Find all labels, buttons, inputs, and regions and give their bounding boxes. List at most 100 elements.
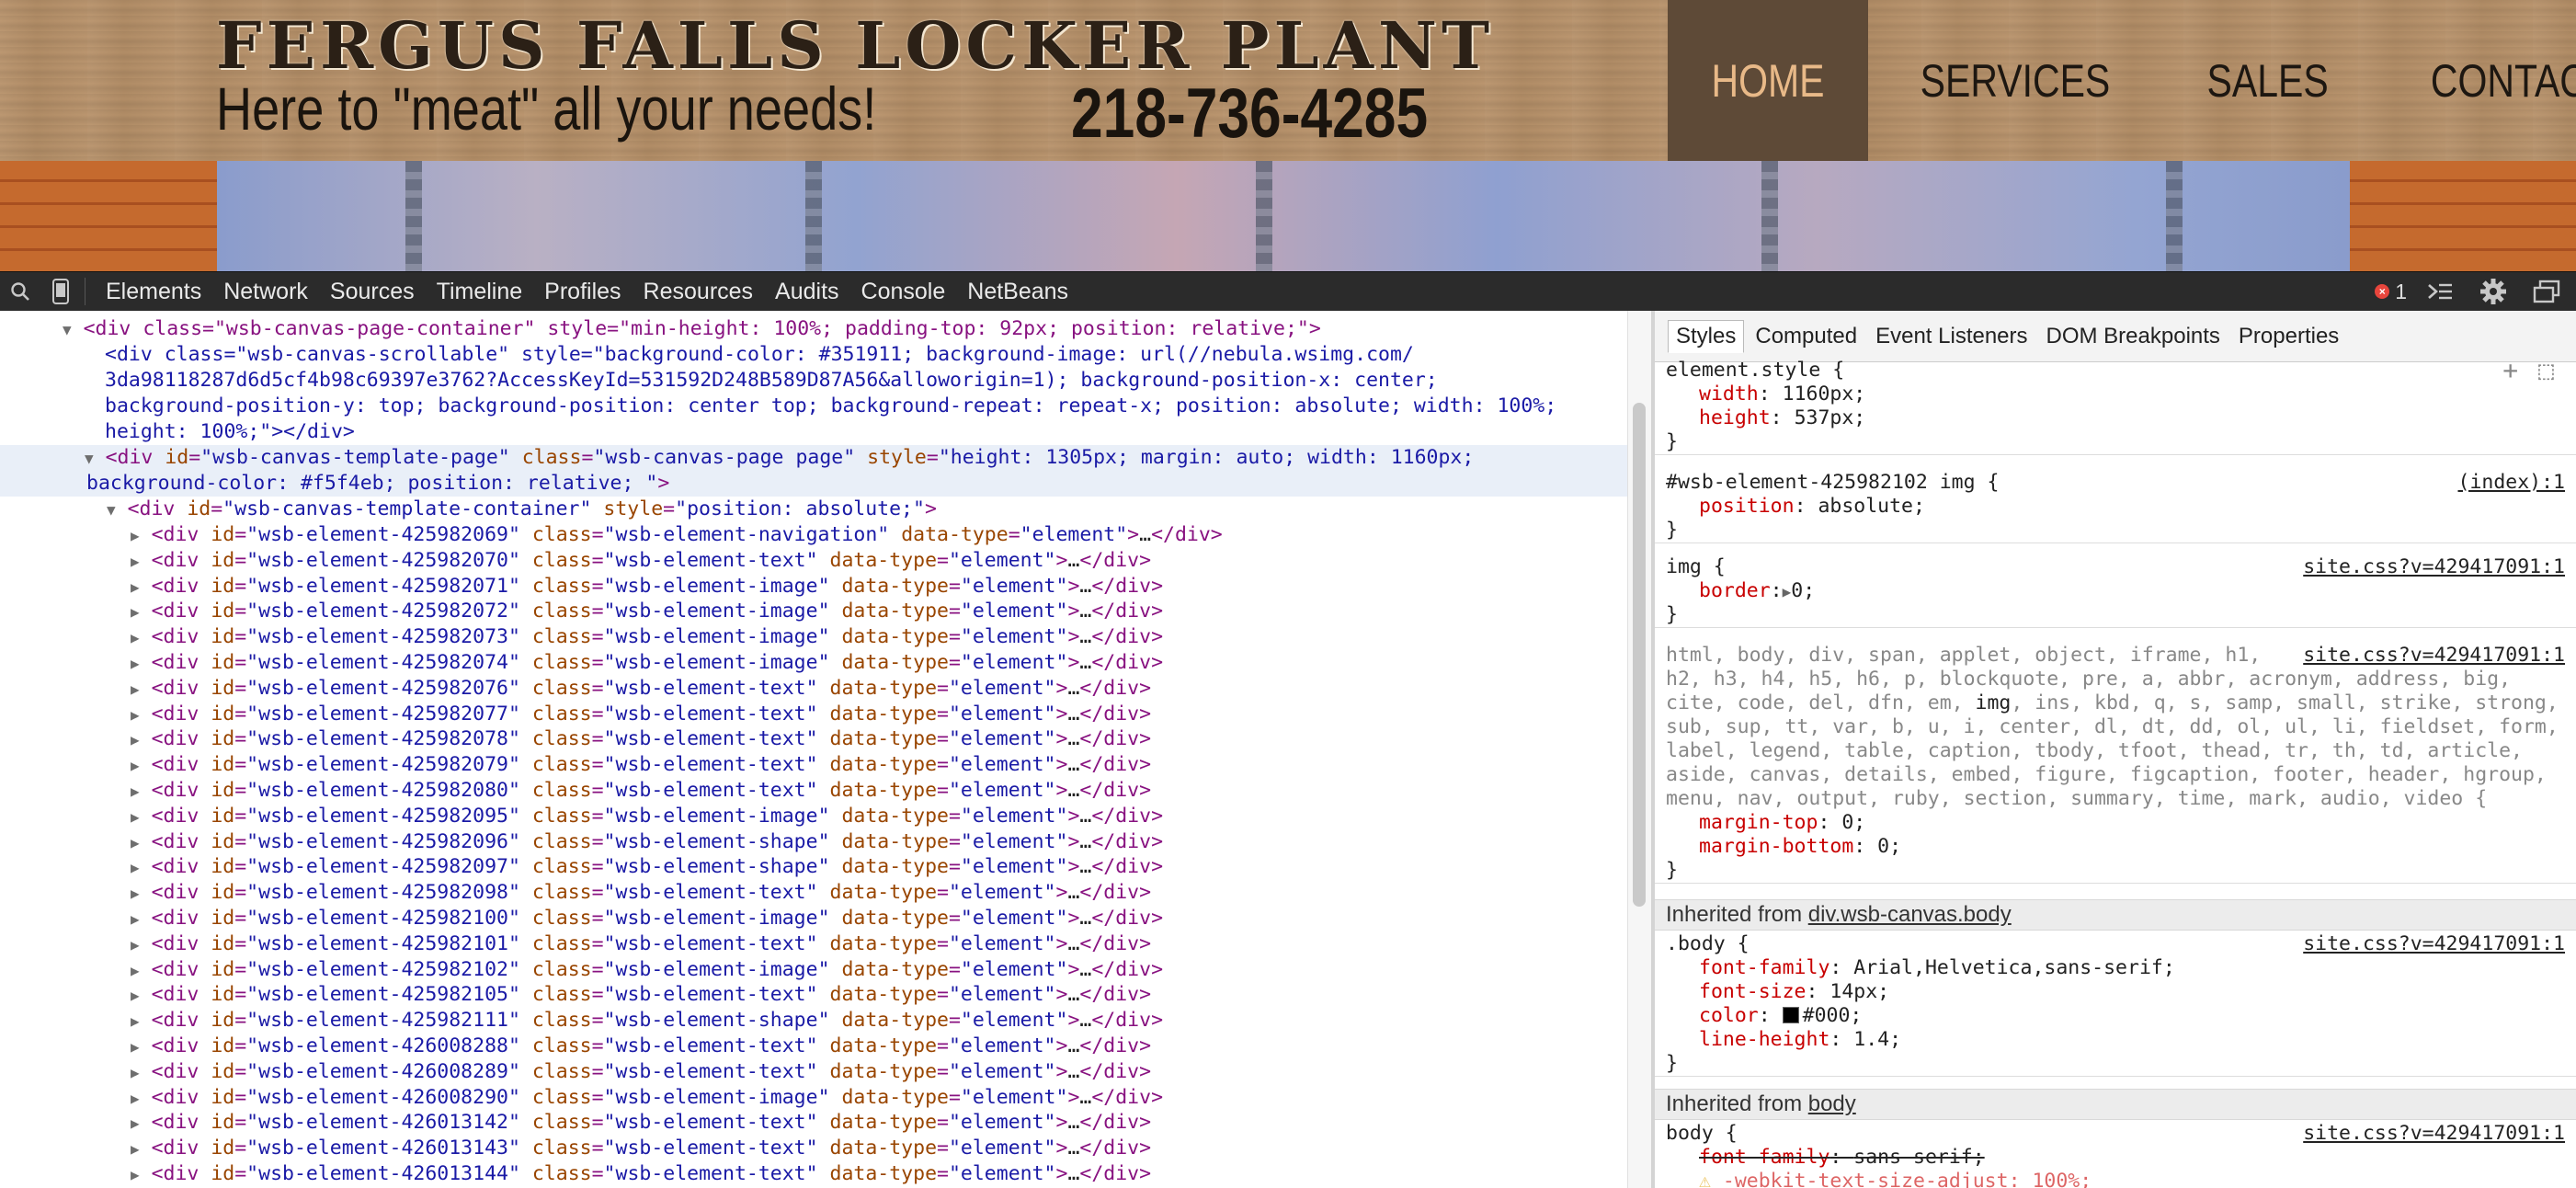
expand-triangle-icon[interactable]: ▶ bbox=[131, 808, 140, 826]
style-property-overridden[interactable]: font-family: sans-serif; bbox=[1666, 1146, 2565, 1170]
dom-element-row[interactable]: ▶ <div id="wsb-element-425982072" class=… bbox=[0, 599, 1627, 625]
expand-triangle-icon[interactable]: ▶ bbox=[131, 936, 140, 954]
dom-element-row[interactable]: ▶ <div id="wsb-element-426013144" class=… bbox=[0, 1161, 1627, 1188]
expand-triangle-icon[interactable]: ▶ bbox=[131, 1114, 140, 1132]
expand-triangle-icon[interactable]: ▶ bbox=[131, 706, 140, 724]
dom-element-row[interactable]: ▶ <div id="wsb-element-426013142" class=… bbox=[0, 1110, 1627, 1137]
style-property[interactable]: font-size: 14px; bbox=[1666, 980, 2565, 1004]
style-property[interactable]: height: 537px; bbox=[1666, 406, 2565, 430]
elements-panel[interactable]: ▶ ▼ <div class="wsb-canvas-page-containe… bbox=[0, 311, 1627, 1188]
style-property[interactable]: margin-bottom: 0; bbox=[1666, 835, 2565, 859]
dom-element-row[interactable]: ▶ <div id="wsb-element-425982070" class=… bbox=[0, 548, 1627, 575]
search-icon[interactable] bbox=[0, 272, 40, 311]
rule-source-link[interactable]: site.css?v=429417091:1 bbox=[2303, 932, 2565, 956]
expand-triangle-icon[interactable]: ▼ bbox=[63, 321, 72, 338]
dom-element-row[interactable]: ▶ <div id="wsb-element-425982102" class=… bbox=[0, 957, 1627, 984]
dom-element-row[interactable]: ▶ <div id="wsb-element-425982111" class=… bbox=[0, 1008, 1627, 1034]
error-counter[interactable]: × 1 bbox=[2375, 280, 2407, 304]
expand-triangle-icon[interactable]: ▶ bbox=[131, 910, 140, 928]
expand-triangle-icon[interactable]: ▶ bbox=[131, 731, 140, 748]
tab-elements[interactable]: Elements bbox=[95, 272, 212, 311]
dom-node-page-container[interactable]: ▼ <div class="wsb-canvas-page-container"… bbox=[0, 316, 1627, 343]
expand-triangle-icon[interactable]: ▶ bbox=[131, 1166, 140, 1183]
dom-element-row[interactable]: ▶ <div id="wsb-element-426008289" class=… bbox=[0, 1059, 1627, 1086]
rule-source-link[interactable]: site.css?v=429417091:1 bbox=[2303, 555, 2565, 579]
dom-element-row[interactable]: ▶ <div id="wsb-element-426013143" class=… bbox=[0, 1136, 1627, 1162]
tab-timeline[interactable]: Timeline bbox=[426, 272, 534, 311]
style-property[interactable]: position: absolute; bbox=[1666, 495, 2565, 519]
dom-element-row[interactable]: ▶ <div id="wsb-element-425982071" class=… bbox=[0, 574, 1627, 600]
expand-shorthand-icon[interactable]: ▶ bbox=[1783, 583, 1792, 600]
expand-triangle-icon[interactable]: ▶ bbox=[131, 1012, 140, 1030]
dom-element-row[interactable]: ▶ <div id="wsb-element-425982096" class=… bbox=[0, 829, 1627, 856]
expand-triangle-icon[interactable]: ▶ bbox=[131, 1038, 140, 1056]
color-swatch[interactable] bbox=[1782, 1007, 1799, 1023]
expand-triangle-icon[interactable]: ▶ bbox=[131, 962, 140, 979]
expand-triangle-icon[interactable]: ▶ bbox=[131, 680, 140, 698]
style-property[interactable]: margin-top: 0; bbox=[1666, 811, 2565, 835]
tab-styles[interactable]: Styles bbox=[1668, 319, 1745, 353]
dom-element-row[interactable]: ▶ <div id="wsb-element-425982076" class=… bbox=[0, 676, 1627, 703]
dom-element-row[interactable]: ▶ <div id="wsb-element-425982097" class=… bbox=[0, 854, 1627, 881]
rule-body-class[interactable]: .body {site.css?v=429417091:1 font-famil… bbox=[1655, 932, 2576, 1077]
tab-properties[interactable]: Properties bbox=[2231, 321, 2346, 352]
dom-element-row[interactable]: ▶ <div id="wsb-element-425982074" class=… bbox=[0, 650, 1627, 677]
dom-element-row[interactable]: ▶ <div id="wsb-element-425982105" class=… bbox=[0, 982, 1627, 1009]
tab-computed[interactable]: Computed bbox=[1748, 321, 1864, 352]
dom-element-row[interactable]: ▶ <div id="wsb-element-425982079" class=… bbox=[0, 752, 1627, 779]
style-property[interactable]: color: #000; bbox=[1666, 1004, 2565, 1028]
expand-triangle-icon[interactable]: ▶ bbox=[131, 527, 140, 544]
expand-triangle-icon[interactable]: ▶ bbox=[131, 578, 140, 596]
toggle-class-icon[interactable]: ⬚ bbox=[2538, 358, 2554, 383]
gear-icon[interactable] bbox=[2473, 272, 2513, 311]
dom-element-row[interactable]: ▶ <div id="wsb-element-425982080" class=… bbox=[0, 778, 1627, 805]
console-drawer-icon[interactable] bbox=[2420, 272, 2460, 311]
elements-scroll-thumb[interactable] bbox=[1633, 403, 1646, 907]
tab-netbeans[interactable]: NetBeans bbox=[956, 272, 1079, 311]
dom-element-row[interactable]: ▶ <div id="wsb-element-426008288" class=… bbox=[0, 1034, 1627, 1060]
device-mode-icon[interactable] bbox=[40, 272, 81, 311]
dom-element-row[interactable]: ▶ <div id="wsb-element-425982095" class=… bbox=[0, 804, 1627, 830]
rule-body[interactable]: body {site.css?v=429417091:1 font-family… bbox=[1655, 1122, 2576, 1188]
tab-audits[interactable]: Audits bbox=[764, 272, 849, 311]
dom-element-row[interactable]: ▶ <div id="wsb-element-425982069" class=… bbox=[0, 522, 1627, 549]
style-property[interactable]: line-height: 1.4; bbox=[1666, 1028, 2565, 1052]
dom-element-row[interactable]: ▶ <div id="wsb-element-426008290" class=… bbox=[0, 1085, 1627, 1112]
tab-network[interactable]: Network bbox=[212, 272, 319, 311]
phone-number[interactable]: 218-736-4285 bbox=[1071, 74, 1428, 154]
nav-services[interactable]: SERVICES bbox=[1868, 0, 2162, 161]
expand-triangle-icon[interactable]: ▶ bbox=[131, 859, 140, 876]
style-property[interactable]: width: 1160px; bbox=[1666, 383, 2565, 406]
tab-resources[interactable]: Resources bbox=[633, 272, 765, 311]
expand-triangle-icon[interactable]: ▶ bbox=[131, 1064, 140, 1081]
dom-element-row[interactable]: ▶ <div id="wsb-element-425982101" class=… bbox=[0, 931, 1627, 958]
expand-triangle-icon[interactable]: ▶ bbox=[131, 629, 140, 646]
expand-triangle-icon[interactable]: ▶ bbox=[131, 757, 140, 774]
rule-element-img[interactable]: #wsb-element-425982102 img {(index):1 po… bbox=[1655, 471, 2576, 543]
rule-element-style[interactable]: element.style { + ⬚ width: 1160px; heigh… bbox=[1655, 358, 2576, 455]
rule-reset[interactable]: html, body, div, span, applet, object, i… bbox=[1655, 644, 2576, 884]
rule-source-link[interactable]: site.css?v=429417091:1 bbox=[2303, 644, 2565, 668]
expand-triangle-icon[interactable]: ▼ bbox=[107, 501, 116, 519]
dom-node-template-container[interactable]: ▼ <div id="wsb-canvas-template-container… bbox=[0, 497, 1627, 523]
tab-profiles[interactable]: Profiles bbox=[533, 272, 632, 311]
inherited-link[interactable]: div.wsb-canvas.body bbox=[1808, 902, 2012, 927]
tab-sources[interactable]: Sources bbox=[319, 272, 426, 311]
expand-triangle-icon[interactable]: ▶ bbox=[131, 655, 140, 672]
add-rule-icon[interactable]: + bbox=[2502, 358, 2518, 383]
nav-sales[interactable]: SALES bbox=[2162, 0, 2373, 161]
rule-source-link[interactable]: (index):1 bbox=[2458, 471, 2566, 495]
dom-element-row[interactable]: ▶ <div id="wsb-element-425982100" class=… bbox=[0, 906, 1627, 932]
expand-triangle-icon[interactable]: ▶ bbox=[131, 603, 140, 621]
dom-element-row[interactable]: ▶ <div id="wsb-element-425982098" class=… bbox=[0, 880, 1627, 907]
dock-icon[interactable] bbox=[2526, 272, 2567, 311]
dom-element-row[interactable]: ▶ <div id="wsb-element-425982077" class=… bbox=[0, 702, 1627, 728]
dom-element-row[interactable]: ▶ <div id="wsb-element-425982073" class=… bbox=[0, 624, 1627, 651]
tab-console[interactable]: Console bbox=[850, 272, 957, 311]
expand-triangle-icon[interactable]: ▶ bbox=[131, 553, 140, 570]
expand-triangle-icon[interactable]: ▶ bbox=[131, 987, 140, 1004]
tab-dom-breakpoints[interactable]: DOM Breakpoints bbox=[2039, 321, 2228, 352]
expand-triangle-icon[interactable]: ▶ bbox=[131, 782, 140, 800]
elements-scrollbar[interactable] bbox=[1627, 311, 1652, 1188]
expand-triangle-icon[interactable]: ▶ bbox=[131, 1140, 140, 1158]
